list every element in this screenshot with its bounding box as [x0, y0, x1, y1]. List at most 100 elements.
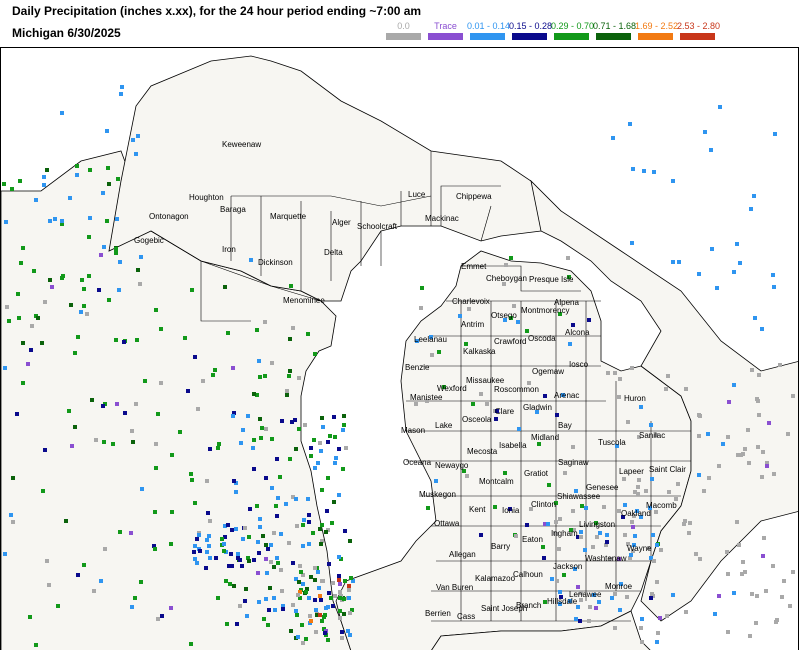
station-dot: [136, 268, 140, 272]
station-dot: [18, 179, 22, 183]
station-dot: [655, 640, 659, 644]
station-dot: [228, 582, 232, 586]
county-label: Shiawassee: [557, 492, 601, 501]
station-dot: [115, 217, 119, 221]
station-dot: [153, 547, 157, 551]
station-dot: [625, 595, 629, 599]
county-label: Washtenaw: [585, 554, 627, 563]
station-dot: [307, 520, 311, 524]
station-dot: [43, 448, 47, 452]
station-dot: [264, 543, 268, 547]
station-dot: [102, 440, 106, 444]
station-dot: [114, 338, 118, 342]
station-dot: [327, 591, 331, 595]
legend-label: Trace: [434, 21, 457, 31]
legend-swatch: [638, 33, 673, 40]
station-dot: [87, 274, 91, 278]
station-dot: [75, 173, 79, 177]
station-dot: [558, 590, 562, 594]
legend-label: 1.69 - 2.52: [635, 21, 679, 31]
county-label: Eaton: [522, 535, 543, 544]
station-dot: [134, 402, 138, 406]
station-dot: [656, 631, 660, 635]
station-dot: [193, 501, 197, 505]
station-dot: [9, 513, 13, 517]
station-dot: [617, 395, 621, 399]
station-dot: [640, 640, 644, 644]
station-dot: [266, 623, 270, 627]
station-dot: [50, 285, 54, 289]
station-dot: [342, 597, 346, 601]
station-dot: [201, 379, 205, 383]
county-label: Houghton: [189, 193, 224, 202]
station-dot: [464, 342, 468, 346]
station-dot: [133, 596, 137, 600]
station-dot: [629, 553, 633, 557]
station-dot: [256, 571, 260, 575]
county-label: Iosco: [569, 360, 589, 369]
station-dot: [105, 129, 109, 133]
station-dot: [319, 598, 323, 602]
county-label: Berrien: [425, 609, 451, 618]
station-dot: [21, 246, 25, 250]
county-label: Mason: [401, 426, 425, 435]
station-dot: [611, 136, 615, 140]
county-label: Presque Isle: [529, 275, 574, 284]
station-dot: [761, 450, 765, 454]
station-dot: [504, 263, 508, 267]
station-dot: [771, 273, 775, 277]
station-dot: [571, 323, 575, 327]
station-dot: [94, 438, 98, 442]
station-dot: [414, 402, 418, 406]
station-dot: [291, 561, 295, 565]
station-dot: [591, 545, 595, 549]
station-dot: [347, 588, 351, 592]
county-label: Oscoda: [528, 334, 556, 343]
station-dot: [264, 476, 268, 480]
station-dot: [278, 475, 282, 479]
station-dot: [207, 534, 211, 538]
station-dot: [598, 531, 602, 535]
station-dot: [19, 261, 23, 265]
station-dot: [82, 287, 86, 291]
station-dot: [772, 285, 776, 289]
station-dot: [316, 461, 320, 465]
county-label: Saint Clair: [649, 465, 686, 474]
station-dot: [718, 105, 722, 109]
station-dot: [101, 191, 105, 195]
county-label: Emmet: [461, 262, 487, 271]
station-dot: [195, 537, 199, 541]
county-label: Montcalm: [479, 477, 514, 486]
station-dot: [697, 473, 701, 477]
station-dot: [153, 510, 157, 514]
county-label: Crawford: [494, 337, 526, 346]
station-dot: [319, 542, 323, 546]
station-dot: [42, 183, 46, 187]
station-dot: [320, 416, 324, 420]
station-dot: [299, 570, 303, 574]
station-dot: [30, 324, 34, 328]
station-dot: [26, 362, 30, 366]
station-dot: [717, 594, 721, 598]
county-label: Roscommon: [494, 385, 539, 394]
station-dot: [780, 595, 784, 599]
legend-label: 0.01 - 0.14: [467, 21, 511, 31]
station-dot: [666, 374, 670, 378]
station-dot: [48, 219, 52, 223]
station-dot: [246, 414, 250, 418]
station-dot: [642, 169, 646, 173]
station-dot: [311, 531, 315, 535]
station-dot: [726, 630, 730, 634]
station-dot: [154, 308, 158, 312]
station-dot: [136, 134, 140, 138]
station-dot: [285, 389, 289, 393]
station-dot: [53, 217, 57, 221]
station-dot: [313, 566, 317, 570]
legend-label: 0.0: [397, 21, 410, 31]
station-dot: [276, 496, 280, 500]
station-dot: [306, 497, 310, 501]
station-dot: [3, 366, 7, 370]
station-dot: [471, 402, 475, 406]
station-dot: [117, 288, 121, 292]
station-dot: [204, 566, 208, 570]
